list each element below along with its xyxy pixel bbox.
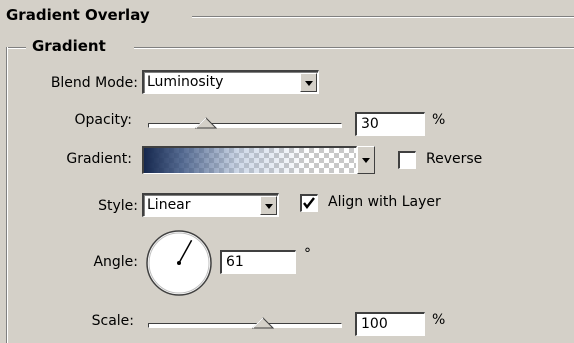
angle-input[interactable]: 61 xyxy=(220,250,296,274)
section-divider xyxy=(192,16,574,18)
gradient-dropdown-button[interactable] xyxy=(357,146,375,174)
style-label: Style: xyxy=(98,198,138,214)
scale-input[interactable]: 100 xyxy=(355,312,425,336)
style-dropdown-button[interactable] xyxy=(260,196,277,215)
align-with-layer-label: Align with Layer xyxy=(328,194,441,210)
style-select[interactable]: Linear xyxy=(142,193,279,217)
scale-unit: % xyxy=(432,312,446,328)
section-title-gradient-overlay: Gradient Overlay xyxy=(6,6,150,24)
scale-label: Scale: xyxy=(91,313,134,329)
gradient-label: Gradient: xyxy=(66,151,132,167)
group-title-gradient: Gradient xyxy=(32,37,106,55)
group-border-left xyxy=(6,47,8,343)
angle-unit: ° xyxy=(304,246,311,262)
blend-mode-select[interactable]: Luminosity xyxy=(142,70,319,94)
blend-mode-dropdown-button[interactable] xyxy=(300,73,317,92)
align-with-layer-checkbox[interactable] xyxy=(300,194,318,212)
reverse-checkbox[interactable] xyxy=(398,151,416,169)
opacity-slider-thumb-icon[interactable] xyxy=(194,117,217,129)
opacity-label: Opacity: xyxy=(74,112,132,128)
checkmark-icon xyxy=(303,197,315,209)
dropdown-arrow-icon xyxy=(362,158,370,163)
opacity-input[interactable]: 30 xyxy=(355,112,425,136)
blend-mode-value: Luminosity xyxy=(147,74,224,90)
scale-slider-track[interactable] xyxy=(148,323,342,328)
reverse-label: Reverse xyxy=(426,151,483,167)
group-border-top-right xyxy=(134,47,574,49)
dropdown-arrow-icon xyxy=(265,204,273,209)
angle-dial-icon[interactable] xyxy=(144,228,214,298)
group-border-top-left xyxy=(6,47,26,49)
dropdown-arrow-icon xyxy=(305,81,313,86)
gradient-swatch[interactable] xyxy=(142,146,357,174)
style-value: Linear xyxy=(147,197,191,213)
scale-slider-thumb-icon[interactable] xyxy=(252,317,275,329)
opacity-slider-track[interactable] xyxy=(148,123,342,128)
blend-mode-label: Blend Mode: xyxy=(50,75,138,91)
angle-label: Angle: xyxy=(93,254,138,270)
opacity-unit: % xyxy=(432,112,446,128)
